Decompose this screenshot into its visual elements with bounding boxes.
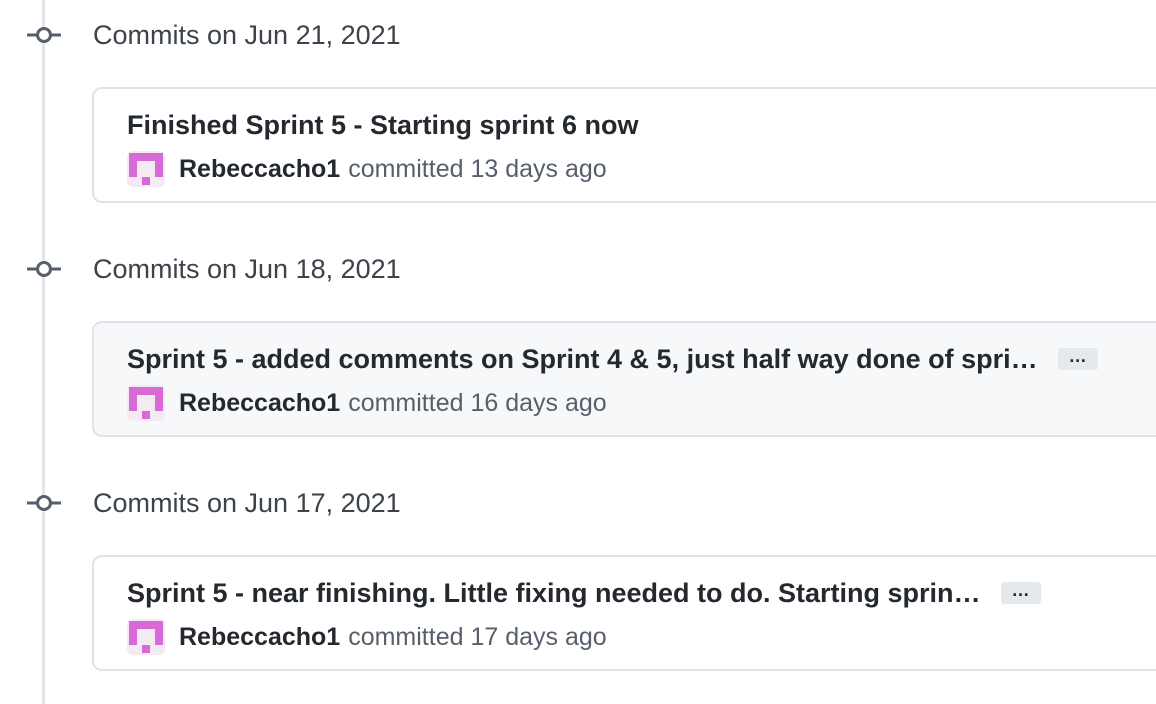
commit-group-date: Commits on Jun 18, 2021	[93, 254, 401, 284]
commit-title-link[interactable]: Sprint 5 - near finishing. Little fixing…	[127, 575, 981, 611]
expand-message-button[interactable]: …	[1057, 347, 1098, 370]
commit-author-link[interactable]: Rebeccacho1	[179, 155, 340, 184]
git-commit-icon	[27, 495, 61, 511]
commit-item: Finished Sprint 5 - Starting sprint 6 no…	[92, 87, 1156, 203]
commit-time: committed 13 days ago	[348, 154, 607, 183]
expand-message-button[interactable]: …	[1000, 581, 1041, 604]
commit-group-date: Commits on Jun 21, 2021	[93, 20, 401, 50]
commit-author-link[interactable]: Rebeccacho1	[179, 623, 340, 652]
commit-author-link[interactable]: Rebeccacho1	[179, 389, 340, 418]
commit-item: Sprint 5 - near finishing. Little fixing…	[92, 555, 1156, 671]
timeline-line	[42, 0, 45, 704]
commit-item: Sprint 5 - added comments on Sprint 4 & …	[92, 321, 1156, 437]
commit-time: committed 16 days ago	[348, 388, 607, 417]
avatar[interactable]	[127, 619, 165, 655]
commit-title-link[interactable]: Finished Sprint 5 - Starting sprint 6 no…	[127, 107, 639, 143]
commit-group-date: Commits on Jun 17, 2021	[93, 488, 401, 518]
commit-group-date-row: Commits on Jun 17, 2021	[0, 485, 1156, 521]
commit-group-date-row: Commits on Jun 21, 2021	[0, 17, 1156, 53]
git-commit-icon	[27, 261, 61, 277]
commit-time: committed 17 days ago	[348, 622, 607, 651]
git-commit-icon	[27, 27, 61, 43]
avatar[interactable]	[127, 151, 165, 187]
avatar[interactable]	[127, 385, 165, 421]
commit-title-link[interactable]: Sprint 5 - added comments on Sprint 4 & …	[127, 341, 1038, 377]
commit-group-date-row: Commits on Jun 18, 2021	[0, 251, 1156, 287]
